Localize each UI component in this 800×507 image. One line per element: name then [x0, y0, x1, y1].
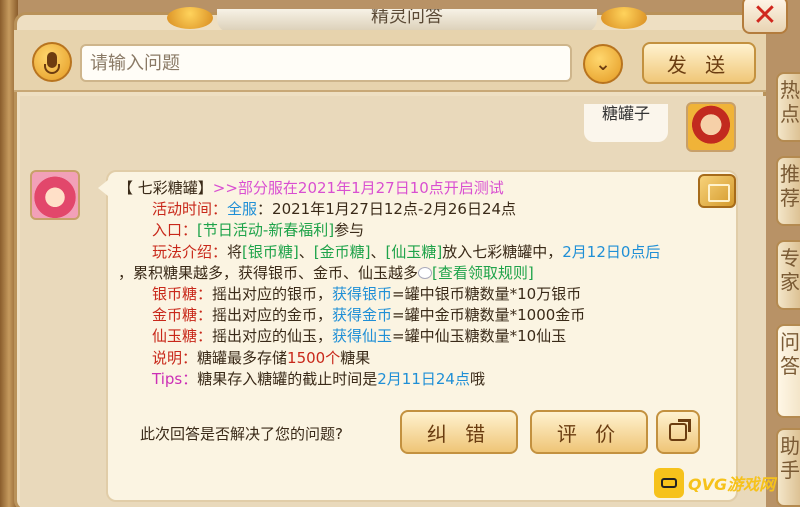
- entry-link[interactable]: [节日活动-新春福利]: [197, 221, 334, 239]
- view-rules-link[interactable]: [查看领取规则]: [432, 264, 534, 282]
- close-icon: ✕: [752, 0, 778, 33]
- answer-title-line: 【 七彩糖罐】>>部分服在2021年1月27日10点开启测试: [118, 178, 698, 199]
- tab-hot[interactable]: 热点: [776, 72, 800, 142]
- book-icon[interactable]: [698, 174, 736, 208]
- emoji-icon: [418, 267, 433, 280]
- share-button[interactable]: [656, 410, 700, 454]
- answer-title: 【 七彩糖罐】: [118, 179, 213, 197]
- tab-qa[interactable]: 问答: [776, 324, 800, 418]
- gamepad-icon: [654, 468, 684, 498]
- close-button[interactable]: ✕: [742, 0, 788, 34]
- chevron-down-icon: ⌄: [595, 53, 611, 75]
- question-input[interactable]: [80, 44, 572, 82]
- send-button[interactable]: 发 送: [642, 42, 756, 84]
- chevron-down-button[interactable]: ⌄: [583, 44, 623, 84]
- jade-candy-line: 仙玉糖：摇出对应的仙玉，获得仙玉=罐中仙玉糖数量*10仙玉: [152, 327, 567, 346]
- title-ornament-right: [601, 7, 647, 29]
- gold-candy-line: 金币糖：摇出对应的金币，获得金币=罐中金币糖数量*1000金币: [152, 306, 586, 325]
- title-ornament-left: [167, 7, 213, 29]
- gameplay-line-1: 玩法介绍：将[银币糖]、[金币糖]、[仙玉糖]放入七彩糖罐中，2月12日0点后: [152, 242, 661, 261]
- watermark: QVG游戏网: [654, 466, 800, 500]
- tab-recommend[interactable]: 推荐: [776, 156, 800, 226]
- voice-input-button[interactable]: [32, 42, 72, 82]
- note-line: 说明：糖罐最多存储1500个糖果: [152, 348, 371, 367]
- activity-time-line: 活动时间：全服：2021年1月27日12点-2月26日24点: [152, 200, 517, 219]
- microphone-stand-icon: [44, 64, 60, 74]
- entry-line: 入口：[节日活动-新春福利]参与: [152, 221, 365, 240]
- tips-line: Tips：糖果存入糖罐的截止时间是2月11日24点哦: [152, 369, 485, 388]
- watermark-text: QVG游戏网: [688, 475, 776, 494]
- user-message-bubble: 糖罐子: [584, 104, 668, 142]
- share-icon: [669, 419, 691, 441]
- assistant-avatar: [30, 170, 80, 220]
- silver-candy-line: 银币糖：摇出对应的银币，获得银币=罐中银币糖数量*10万银币: [152, 285, 582, 304]
- player-avatar: [686, 102, 736, 152]
- rate-button[interactable]: 评 价: [530, 410, 648, 454]
- answer-text: 【 七彩糖罐】>>部分服在2021年1月27日10点开启测试 活动时间：全服：2…: [118, 178, 698, 390]
- answer-notice: >>部分服在2021年1月27日10点开启测试: [212, 179, 504, 197]
- bubble-tail: [98, 180, 108, 196]
- tab-expert[interactable]: 专家: [776, 240, 800, 310]
- correct-error-button[interactable]: 纠 错: [400, 410, 518, 454]
- feedback-question: 此次回答是否解决了您的问题?: [140, 425, 343, 443]
- gameplay-line-2: ，累积糖果越多，获得银币、金币、仙玉越多 [查看领取规则]: [118, 263, 534, 282]
